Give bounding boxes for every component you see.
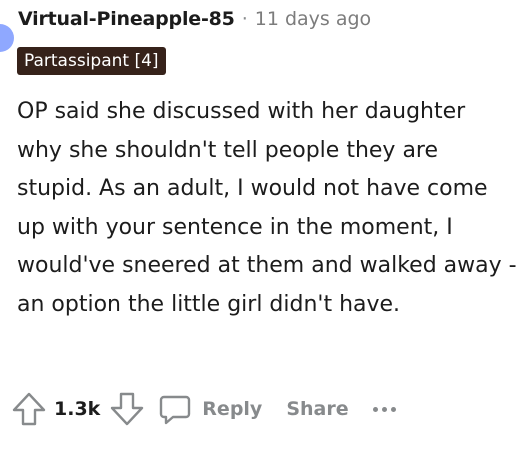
comment-header: Virtual-Pineapple-85 · 11 days ago (18, 8, 371, 30)
user-flair: Partassipant [4] (17, 47, 166, 75)
speech-bubble-icon (160, 395, 191, 425)
comment-timestamp[interactable]: 11 days ago (255, 8, 371, 30)
avatar[interactable] (0, 24, 14, 52)
arrow-down-icon (111, 392, 144, 426)
upvote-button[interactable] (10, 390, 48, 428)
share-button[interactable]: Share (286, 398, 348, 420)
comment-body: OP said she discussed with her daughter … (17, 99, 517, 317)
more-options-button[interactable] (372, 406, 396, 412)
arrow-up-icon (12, 392, 46, 426)
author-username[interactable]: Virtual-Pineapple-85 (18, 8, 235, 30)
reply-button[interactable]: Reply (158, 392, 262, 426)
comment-action-bar: 1.3k Reply Share (10, 388, 396, 430)
share-label: Share (286, 398, 349, 420)
separator: · (241, 8, 248, 30)
vote-score: 1.3k (54, 398, 101, 420)
ellipsis-icon (372, 406, 396, 412)
downvote-button[interactable] (108, 390, 146, 428)
reply-label: Reply (202, 398, 263, 420)
